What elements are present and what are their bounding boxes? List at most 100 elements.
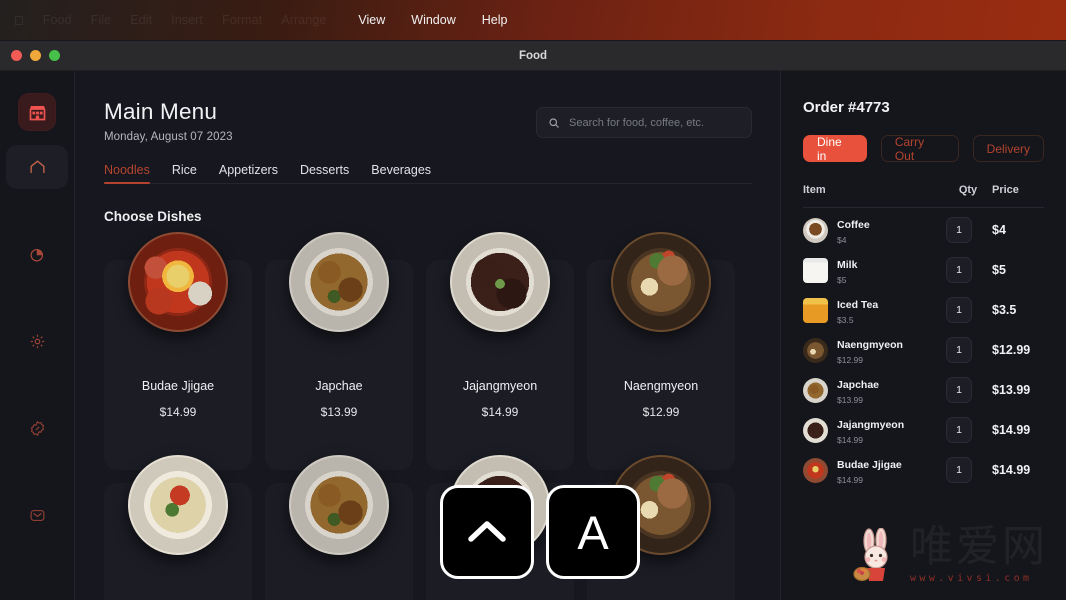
dish-image	[128, 455, 228, 555]
order-item-unit-price: $3.5	[837, 315, 854, 325]
dish-price: $13.99	[320, 405, 358, 419]
order-item-unit-price: $13.99	[837, 395, 863, 405]
page-heading-group: Main Menu Monday, August 07 2023	[104, 99, 233, 143]
window-title-bar: Food	[0, 41, 1066, 71]
search-input[interactable]: Search for food, coffee, etc.	[536, 107, 752, 138]
dish-image	[289, 232, 389, 332]
dish-image	[611, 232, 711, 332]
order-item-thumbnail	[803, 377, 828, 403]
order-item-thumbnail	[803, 457, 828, 483]
section-title: Choose Dishes	[104, 209, 202, 224]
os-menu-item-arrange[interactable]: Arrange	[281, 13, 326, 27]
dish-card[interactable]: Japchae $13.99	[265, 232, 413, 470]
dish-card[interactable]: Naengmyeon $12.99	[587, 232, 735, 470]
os-menu-bar:  Food File Edit Insert Format Arrange V…	[0, 0, 1066, 40]
order-item-info: Naengmyeon $12.99	[828, 335, 946, 365]
order-item-unit-price: $5	[837, 275, 847, 285]
search-placeholder: Search for food, coffee, etc.	[569, 116, 704, 129]
order-item-unit-price: $14.99	[837, 435, 863, 445]
order-item-unit-price: $4	[837, 235, 847, 245]
order-row[interactable]: Budae Jjigae $14.99 1 $14.99	[803, 450, 1044, 490]
tab-beverages[interactable]: Beverages	[371, 163, 431, 184]
order-mode-dine-in[interactable]: Dine in	[803, 135, 867, 163]
dish-card[interactable]	[265, 455, 413, 600]
order-item-price: $13.99	[992, 383, 1031, 397]
search-icon	[549, 117, 559, 128]
order-item-thumbnail	[803, 337, 828, 363]
sidebar-item-discounts[interactable]	[6, 406, 68, 450]
order-panel: Order #4773 Dine in Carry Out Delivery I…	[780, 71, 1066, 600]
dish-price: $14.99	[159, 405, 197, 419]
dish-card[interactable]: Budae Jjigae $14.99	[104, 232, 252, 470]
order-item-name: Iced Tea	[837, 299, 879, 311]
order-item-qty[interactable]: 1	[946, 257, 972, 283]
os-menu-item-format[interactable]: Format	[222, 13, 262, 27]
sidebar-item-messages[interactable]	[6, 493, 68, 537]
order-row[interactable]: Milk $5 1 $5	[803, 250, 1044, 290]
order-item-qty[interactable]: 1	[946, 217, 972, 243]
order-item-name: Japchae	[837, 379, 880, 391]
os-menu-item-insert[interactable]: Insert	[171, 13, 203, 27]
order-item-name: Coffee	[837, 219, 870, 231]
os-menu-item-file[interactable]: File	[91, 13, 112, 27]
dish-card[interactable]	[104, 455, 252, 600]
order-title: Order #4773	[803, 99, 890, 116]
order-item-info: Milk $5	[828, 255, 946, 285]
os-menu-item-edit[interactable]: Edit	[130, 13, 152, 27]
watermark-text-group: 唯爱网 www.vivsi.com	[910, 522, 1048, 585]
tab-rice[interactable]: Rice	[172, 163, 197, 184]
tab-appetizers[interactable]: Appetizers	[219, 163, 278, 184]
os-menu-left-group:  Food File Edit Insert Format Arrange	[0, 13, 326, 28]
order-row[interactable]: Naengmyeon $12.99 1 $12.99	[803, 330, 1044, 370]
keycap-label: A	[577, 505, 609, 559]
column-header-qty: Qty	[958, 184, 978, 196]
order-item-qty[interactable]: 1	[946, 417, 972, 443]
window-title: Food	[518, 49, 548, 62]
watermark: 唯爱网 www.vivsi.com	[852, 526, 1048, 584]
sidebar-item-settings[interactable]	[6, 319, 68, 363]
tab-noodles[interactable]: Noodles	[104, 163, 150, 184]
order-item-qty[interactable]: 1	[946, 297, 972, 323]
rabbit-icon	[853, 528, 888, 582]
dish-image	[128, 232, 228, 332]
dish-name: Japchae	[315, 379, 363, 393]
order-row[interactable]: Japchae $13.99 1 $13.99	[803, 370, 1044, 410]
storefront-icon[interactable]	[18, 93, 56, 131]
order-item-name: Naengmyeon	[837, 339, 903, 351]
order-mode-carry-out[interactable]: Carry Out	[880, 135, 959, 163]
sidebar-item-home[interactable]	[6, 145, 68, 189]
apple-menu-icon[interactable]: 	[14, 13, 24, 28]
watermark-cjk: 唯爱网	[910, 522, 1048, 572]
tab-desserts[interactable]: Desserts	[300, 163, 349, 184]
order-row[interactable]: Jajangmyeon $14.99 1 $14.99	[803, 410, 1044, 450]
order-item-name: Budae Jjigae	[837, 459, 902, 471]
order-item-name: Jajangmyeon	[837, 419, 905, 431]
chevron-up-icon	[468, 521, 506, 542]
dish-price: $12.99	[642, 405, 680, 419]
order-row[interactable]: Coffee $4 1 $4	[803, 210, 1044, 250]
order-table-header: Item Qty Price	[803, 184, 1044, 196]
order-item-qty[interactable]: 1	[946, 337, 972, 363]
order-item-list: Coffee $4 1 $4 Milk $5 1 $5 Iced Tea $3.…	[803, 210, 1044, 490]
os-menu-item-window[interactable]: Window	[411, 13, 455, 27]
page-title: Main Menu	[104, 99, 218, 124]
order-header-divider	[803, 207, 1044, 208]
os-menu-item-view[interactable]: View	[358, 13, 385, 27]
dish-card[interactable]: Jajangmyeon $14.99	[426, 232, 574, 470]
order-item-unit-price: $14.99	[837, 475, 863, 485]
order-item-qty[interactable]: 1	[946, 457, 972, 483]
dish-image	[450, 232, 550, 332]
order-item-qty[interactable]: 1	[946, 377, 972, 403]
os-menu-right-group: View Window Help	[358, 13, 507, 27]
order-item-info: Jajangmyeon $14.99	[828, 415, 946, 445]
order-item-info: Budae Jjigae $14.99	[828, 455, 946, 485]
sidebar-item-analytics[interactable]	[6, 232, 68, 276]
order-item-thumbnail	[803, 257, 828, 283]
order-mode-delivery[interactable]: Delivery	[972, 135, 1044, 162]
os-menu-item-help[interactable]: Help	[482, 13, 508, 27]
os-menu-item-app[interactable]: Food	[43, 13, 72, 27]
order-item-thumbnail	[803, 217, 828, 243]
order-item-thumbnail	[803, 297, 828, 323]
order-row[interactable]: Iced Tea $3.5 1 $3.5	[803, 290, 1044, 330]
dish-name: Budae Jjigae	[141, 379, 215, 393]
